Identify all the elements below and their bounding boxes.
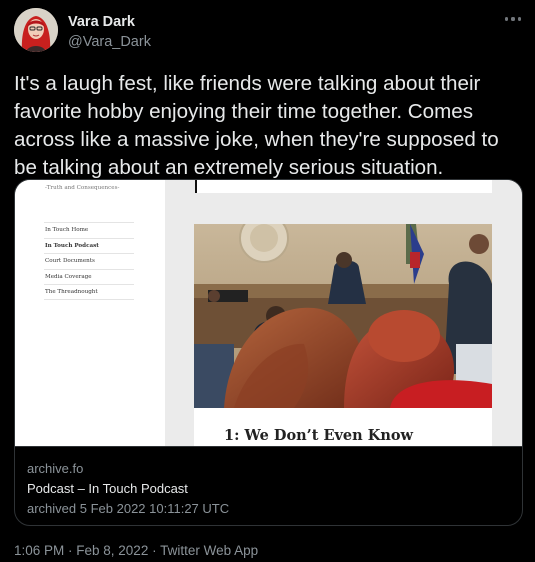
site-nav-item: Media Coverage (44, 268, 134, 285)
tweet: Vara Dark @Vara_Dark It's a laugh fest, … (0, 0, 535, 562)
content-top-bar (195, 180, 197, 193)
episode-post: 1: We Don’t Even Know (194, 224, 492, 446)
site-tagline: -Truth and Consequences- (45, 185, 120, 191)
more-dots-icon (505, 17, 509, 21)
link-card-preview-image: -Truth and Consequences- In Touch Home I… (15, 180, 522, 446)
courtroom-photo-illustration (194, 224, 492, 408)
archived-site-sidebar: -Truth and Consequences- In Touch Home I… (15, 180, 165, 446)
courtroom-photo (194, 224, 492, 408)
display-name[interactable]: Vara Dark (68, 14, 151, 31)
site-nav-item: In Touch Home (44, 222, 134, 238)
site-nav-item: Court Documents (44, 253, 134, 269)
link-card[interactable]: -Truth and Consequences- In Touch Home I… (14, 179, 523, 526)
user-block[interactable]: Vara Dark @Vara_Dark (68, 14, 151, 52)
episode-heading: 1: We Don’t Even Know (224, 427, 414, 444)
content-top-box (195, 180, 492, 193)
site-nav-item: The Threadnought (44, 284, 134, 300)
tweet-text: It's a laugh fest, like friends were tal… (14, 72, 499, 179)
profile-avatar-image (14, 8, 58, 52)
link-card-description: archived 5 Feb 2022 10:11:27 UTC (27, 501, 230, 516)
avatar[interactable] (14, 8, 58, 52)
site-nav-item: In Touch Podcast (44, 237, 134, 254)
link-card-title: Podcast – In Touch Podcast (27, 481, 188, 496)
link-card-info[interactable]: archive.fo Podcast – In Touch Podcast ar… (15, 446, 522, 525)
more-options-button[interactable] (505, 16, 521, 22)
tweet-timestamp[interactable]: 1:06 PM · Feb 8, 2022 · Twitter Web App (14, 542, 258, 560)
site-nav: In Touch Home In Touch Podcast Court Doc… (44, 222, 134, 300)
link-card-domain: archive.fo (27, 461, 84, 476)
archived-site-content: 1: We Don’t Even Know (165, 180, 522, 446)
user-handle[interactable]: @Vara_Dark (68, 33, 151, 52)
